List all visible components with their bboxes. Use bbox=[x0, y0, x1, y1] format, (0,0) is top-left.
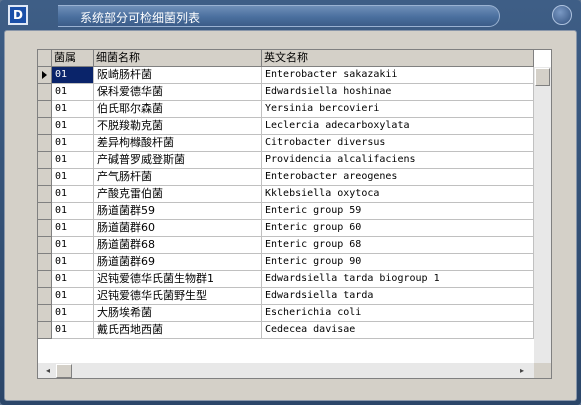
cell-genus-code[interactable]: 01 bbox=[52, 288, 94, 305]
cell-english-name[interactable]: Yersinia bercovieri bbox=[262, 101, 534, 118]
cell-english-name[interactable]: Enterobacter sakazakii bbox=[262, 67, 534, 84]
close-button[interactable] bbox=[552, 5, 572, 25]
cell-genus-code[interactable]: 01 bbox=[52, 186, 94, 203]
row-indicator[interactable] bbox=[38, 237, 52, 254]
cell-genus-code[interactable]: 01 bbox=[52, 135, 94, 152]
table-row[interactable]: 01 肠道菌群69 Enteric group 90 bbox=[38, 254, 551, 271]
cell-genus-code[interactable]: 01 bbox=[52, 67, 94, 84]
cell-english-name[interactable]: Enterobacter areogenes bbox=[262, 169, 534, 186]
cell-chinese-name[interactable]: 肠道菌群69 bbox=[94, 254, 262, 271]
row-indicator[interactable] bbox=[38, 152, 52, 169]
table-row[interactable]: 01 不脱羧勒克菌 Leclercia adecarboxylata bbox=[38, 118, 551, 135]
cell-english-name[interactable]: Kklebsiella oxytoca bbox=[262, 186, 534, 203]
row-indicator[interactable] bbox=[38, 169, 52, 186]
row-indicator[interactable] bbox=[38, 203, 52, 220]
row-indicator[interactable] bbox=[38, 271, 52, 288]
cell-genus-code[interactable]: 01 bbox=[52, 203, 94, 220]
cell-english-name[interactable]: Enteric group 68 bbox=[262, 237, 534, 254]
row-indicator[interactable] bbox=[38, 322, 52, 339]
cell-chinese-name[interactable]: 大肠埃希菌 bbox=[94, 305, 262, 322]
cell-english-name[interactable]: Enteric group 90 bbox=[262, 254, 534, 271]
cell-english-name[interactable]: Cedecea davisae bbox=[262, 322, 534, 339]
bacteria-grid[interactable]: 菌属 细菌名称 英文名称 01 阪崎肠杆菌 Enterobacter sakazak… bbox=[37, 49, 552, 379]
row-indicator[interactable] bbox=[38, 220, 52, 237]
table-row[interactable]: 01 产酸克雷伯菌 Kklebsiella oxytoca bbox=[38, 186, 551, 203]
cell-chinese-name[interactable]: 迟钝爱德华氏菌生物群1 bbox=[94, 271, 262, 288]
cell-chinese-name[interactable]: 产酸克雷伯菌 bbox=[94, 186, 262, 203]
dialog-window: D 系统部分可检细菌列表 菌属 细菌名称 英文名称 01 阪崎肠杆菌 Enterob… bbox=[0, 0, 581, 405]
cell-chinese-name[interactable]: 阪崎肠杆菌 bbox=[94, 67, 262, 84]
cell-chinese-name[interactable]: 迟钝爱德华氏菌野生型 bbox=[94, 288, 262, 305]
row-indicator[interactable] bbox=[38, 288, 52, 305]
title-bar[interactable]: D 系统部分可检细菌列表 bbox=[0, 0, 581, 30]
table-row[interactable]: 01 产碱普罗威登斯菌 Providencia alcalifaciens bbox=[38, 152, 551, 169]
cell-genus-code[interactable]: 01 bbox=[52, 305, 94, 322]
scroll-right-arrow-icon[interactable]: ▸ bbox=[514, 363, 530, 378]
cell-chinese-name[interactable]: 伯氏耶尔森菌 bbox=[94, 101, 262, 118]
table-row[interactable]: 01 伯氏耶尔森菌 Yersinia bercovieri bbox=[38, 101, 551, 118]
cell-english-name[interactable]: Leclercia adecarboxylata bbox=[262, 118, 534, 135]
table-row[interactable]: 01 迟钝爱德华氏菌生物群1 Edwardsiella tarda biogroup… bbox=[38, 271, 551, 288]
window-title: 系统部分可检细菌列表 bbox=[80, 11, 201, 25]
table-row[interactable]: 01 阪崎肠杆菌 Enterobacter sakazakii bbox=[38, 67, 551, 84]
app-icon[interactable]: D bbox=[8, 5, 28, 25]
cell-genus-code[interactable]: 01 bbox=[52, 220, 94, 237]
cell-chinese-name[interactable]: 产气肠杆菌 bbox=[94, 169, 262, 186]
scroll-corner bbox=[534, 363, 551, 378]
cell-chinese-name[interactable]: 肠道菌群60 bbox=[94, 220, 262, 237]
horizontal-scroll-thumb[interactable] bbox=[56, 364, 72, 378]
row-indicator[interactable] bbox=[38, 254, 52, 271]
table-row[interactable]: 01 迟钝爱德华氏菌野生型 Edwardsiella tarda bbox=[38, 288, 551, 305]
table-row[interactable]: 01 产气肠杆菌 Enterobacter areogenes bbox=[38, 169, 551, 186]
cell-english-name[interactable]: Edwardsiella tarda bbox=[262, 288, 534, 305]
column-header-chinese-name[interactable]: 细菌名称 bbox=[94, 50, 262, 67]
current-row-arrow-icon bbox=[42, 71, 47, 79]
cell-genus-code[interactable]: 01 bbox=[52, 169, 94, 186]
column-header-english-name[interactable]: 英文名称 bbox=[262, 50, 534, 67]
cell-english-name[interactable]: Providencia alcalifaciens bbox=[262, 152, 534, 169]
cell-genus-code[interactable]: 01 bbox=[52, 101, 94, 118]
table-row[interactable]: 01 肠道菌群59 Enteric group 59 bbox=[38, 203, 551, 220]
cell-genus-code[interactable]: 01 bbox=[52, 84, 94, 101]
row-indicator[interactable] bbox=[38, 186, 52, 203]
cell-chinese-name[interactable]: 不脱羧勒克菌 bbox=[94, 118, 262, 135]
table-row[interactable]: 01 保科爱德华菌 Edwardsiella hoshinae bbox=[38, 84, 551, 101]
cell-genus-code[interactable]: 01 bbox=[52, 237, 94, 254]
cell-english-name[interactable]: Citrobacter diversus bbox=[262, 135, 534, 152]
cell-genus-code[interactable]: 01 bbox=[52, 152, 94, 169]
cell-english-name[interactable]: Escherichia coli bbox=[262, 305, 534, 322]
scroll-left-arrow-icon[interactable]: ◂ bbox=[40, 363, 56, 378]
table-row[interactable]: 01 戴氏西地西菌 Cedecea davisae bbox=[38, 322, 551, 339]
column-header-genus[interactable]: 菌属 bbox=[52, 50, 94, 67]
cell-english-name[interactable]: Enteric group 59 bbox=[262, 203, 534, 220]
cell-chinese-name[interactable]: 保科爱德华菌 bbox=[94, 84, 262, 101]
cell-genus-code[interactable]: 01 bbox=[52, 254, 94, 271]
cell-english-name[interactable]: Enteric group 60 bbox=[262, 220, 534, 237]
vertical-scrollbar[interactable] bbox=[534, 67, 551, 363]
row-indicator[interactable] bbox=[38, 101, 52, 118]
cell-chinese-name[interactable]: 肠道菌群68 bbox=[94, 237, 262, 254]
row-indicator[interactable] bbox=[38, 305, 52, 322]
row-indicator[interactable] bbox=[38, 84, 52, 101]
cell-english-name[interactable]: Edwardsiella hoshinae bbox=[262, 84, 534, 101]
table-row[interactable]: 01 肠道菌群68 Enteric group 68 bbox=[38, 237, 551, 254]
cell-genus-code[interactable]: 01 bbox=[52, 271, 94, 288]
cell-english-name[interactable]: Edwardsiella tarda biogroup 1 bbox=[262, 271, 534, 288]
client-area: 菌属 细菌名称 英文名称 01 阪崎肠杆菌 Enterobacter sakazak… bbox=[4, 30, 577, 401]
cell-chinese-name[interactable]: 差异枸橼酸杆菌 bbox=[94, 135, 262, 152]
cell-chinese-name[interactable]: 产碱普罗威登斯菌 bbox=[94, 152, 262, 169]
header-indicator-cell bbox=[38, 50, 52, 67]
table-row[interactable]: 01 肠道菌群60 Enteric group 60 bbox=[38, 220, 551, 237]
row-indicator[interactable] bbox=[38, 67, 52, 84]
row-indicator[interactable] bbox=[38, 135, 52, 152]
cell-genus-code[interactable]: 01 bbox=[52, 118, 94, 135]
cell-chinese-name[interactable]: 肠道菌群59 bbox=[94, 203, 262, 220]
vertical-scroll-thumb[interactable] bbox=[535, 68, 550, 86]
table-row[interactable]: 01 大肠埃希菌 Escherichia coli bbox=[38, 305, 551, 322]
row-indicator[interactable] bbox=[38, 118, 52, 135]
cell-chinese-name[interactable]: 戴氏西地西菌 bbox=[94, 322, 262, 339]
table-row[interactable]: 01 差异枸橼酸杆菌 Citrobacter diversus bbox=[38, 135, 551, 152]
horizontal-scrollbar[interactable]: ◂ ▸ bbox=[38, 363, 534, 378]
cell-genus-code[interactable]: 01 bbox=[52, 322, 94, 339]
